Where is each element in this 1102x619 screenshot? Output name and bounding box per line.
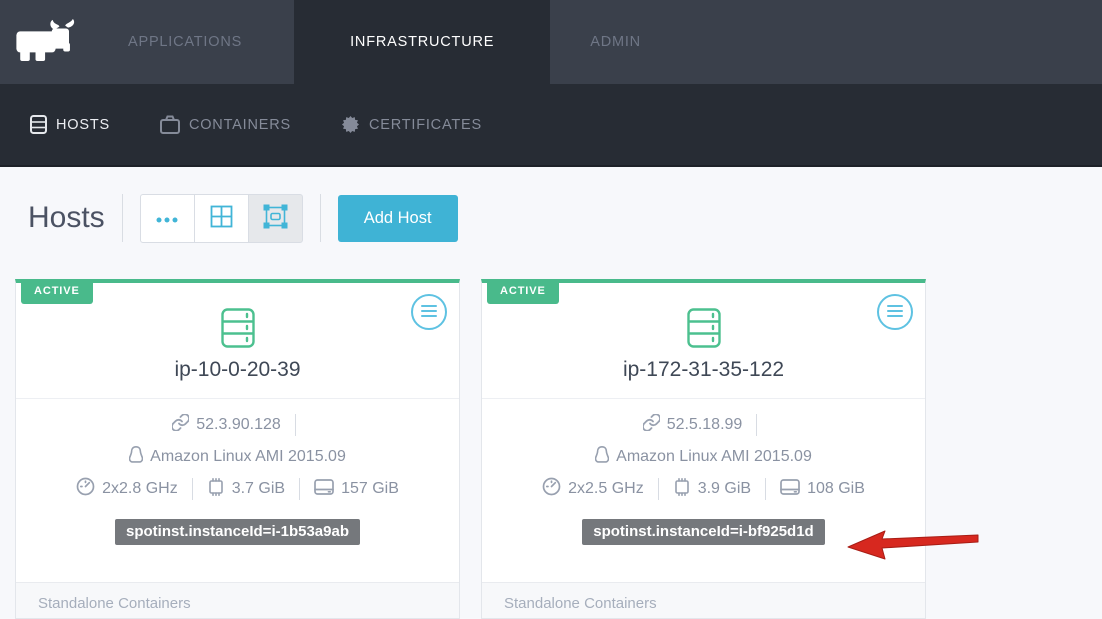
host-menu-button[interactable] bbox=[877, 294, 913, 330]
subnav-item-hosts[interactable]: HOSTS bbox=[30, 115, 110, 134]
menu-icon bbox=[420, 304, 438, 321]
grid-icon bbox=[210, 205, 233, 231]
cow-icon bbox=[14, 18, 80, 67]
hosts-icon bbox=[30, 115, 47, 134]
host-card-1: ACTIVE ip-10-0-20-39 bbox=[15, 279, 460, 619]
card-footer: Standalone Containers bbox=[16, 582, 459, 618]
view-machine-button[interactable] bbox=[248, 194, 303, 243]
divider bbox=[295, 414, 296, 436]
host-storage: 108 GiB bbox=[807, 480, 865, 498]
host-storage: 157 GiB bbox=[341, 480, 399, 498]
certificates-icon bbox=[341, 115, 360, 134]
host-card-2: ACTIVE ip-172-31-35-122 bbox=[481, 279, 926, 619]
gauge-icon bbox=[76, 477, 95, 501]
host-name: ip-172-31-35-122 bbox=[482, 358, 925, 382]
host-label-tag: spotinst.instanceId=i-1b53a9ab bbox=[115, 519, 360, 545]
status-badge: ACTIVE bbox=[21, 279, 93, 304]
view-toggle-group bbox=[140, 194, 303, 243]
linux-icon bbox=[595, 446, 609, 468]
host-details: 52.5.18.99 Amazon Linux AMI 2015.09 2x2.… bbox=[482, 399, 925, 545]
host-details: 52.3.90.128 Amazon Linux AMI 2015.09 2x2… bbox=[16, 399, 459, 545]
tab-applications[interactable]: APPLICATIONS bbox=[94, 0, 276, 84]
view-list-button[interactable] bbox=[140, 194, 195, 243]
server-icon bbox=[482, 308, 925, 353]
link-icon bbox=[172, 414, 189, 436]
host-os: Amazon Linux AMI 2015.09 bbox=[616, 448, 812, 466]
host-memory: 3.7 GiB bbox=[232, 480, 285, 498]
host-memory: 3.9 GiB bbox=[698, 480, 751, 498]
memory-icon bbox=[673, 478, 691, 501]
host-ip: 52.3.90.128 bbox=[196, 416, 281, 434]
disk-icon bbox=[314, 479, 334, 500]
tab-infrastructure[interactable]: INFRASTRUCTURE bbox=[294, 0, 550, 84]
divider bbox=[299, 478, 300, 500]
divider bbox=[756, 414, 757, 436]
memory-icon bbox=[207, 478, 225, 501]
disk-icon bbox=[780, 479, 800, 500]
sub-nav: HOSTS CONTAINERS CERTIFICATES bbox=[0, 84, 1102, 167]
linux-icon bbox=[129, 446, 143, 468]
machine-icon bbox=[263, 204, 288, 232]
divider bbox=[765, 478, 766, 500]
tab-admin[interactable]: ADMIN bbox=[556, 0, 675, 84]
card-footer: Standalone Containers bbox=[482, 582, 925, 618]
containers-icon bbox=[160, 115, 180, 134]
view-grid-button[interactable] bbox=[194, 194, 249, 243]
annotation-arrow-icon bbox=[846, 526, 980, 562]
subnav-item-certificates[interactable]: CERTIFICATES bbox=[341, 115, 482, 134]
host-cpu: 2x2.8 GHz bbox=[102, 480, 178, 498]
page-header: Hosts bbox=[28, 193, 1102, 243]
host-ip: 52.5.18.99 bbox=[667, 416, 743, 434]
host-cpu: 2x2.5 GHz bbox=[568, 480, 644, 498]
host-label-tag: spotinst.instanceId=i-bf925d1d bbox=[582, 519, 824, 545]
add-host-button[interactable]: Add Host bbox=[338, 195, 458, 242]
host-os: Amazon Linux AMI 2015.09 bbox=[150, 448, 346, 466]
host-name: ip-10-0-20-39 bbox=[16, 358, 459, 382]
subnav-item-containers[interactable]: CONTAINERS bbox=[160, 115, 291, 134]
divider bbox=[658, 478, 659, 500]
rancher-logo[interactable] bbox=[0, 0, 94, 84]
menu-icon bbox=[886, 304, 904, 321]
host-menu-button[interactable] bbox=[411, 294, 447, 330]
divider bbox=[122, 194, 123, 242]
link-icon bbox=[643, 414, 660, 436]
host-cards: ACTIVE ip-10-0-20-39 bbox=[15, 279, 1102, 619]
page-title: Hosts bbox=[28, 201, 105, 235]
subnav-label: CERTIFICATES bbox=[369, 117, 482, 133]
top-nav: APPLICATIONS INFRASTRUCTURE ADMIN bbox=[0, 0, 1102, 84]
gauge-icon bbox=[542, 477, 561, 501]
subnav-label: HOSTS bbox=[56, 117, 110, 133]
dots-icon bbox=[156, 211, 178, 226]
status-badge: ACTIVE bbox=[487, 279, 559, 304]
server-icon bbox=[16, 308, 459, 353]
divider bbox=[320, 194, 321, 242]
divider bbox=[192, 478, 193, 500]
subnav-label: CONTAINERS bbox=[189, 117, 291, 133]
